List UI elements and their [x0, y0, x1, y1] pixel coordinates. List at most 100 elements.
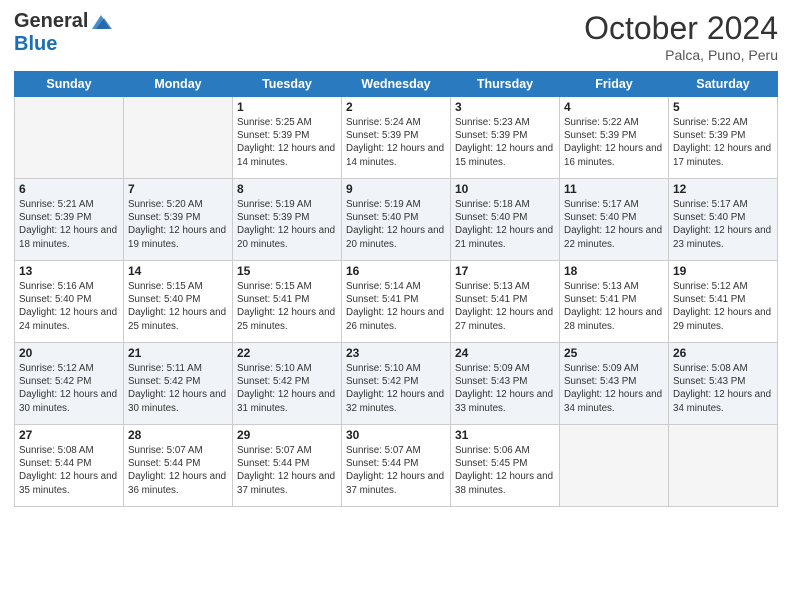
day-sun-info: Sunrise: 5:15 AMSunset: 5:40 PMDaylight:…	[128, 280, 228, 333]
calendar-day-cell: 9 Sunrise: 5:19 AMSunset: 5:40 PMDaylight…	[342, 179, 451, 261]
day-sun-info: Sunrise: 5:18 AMSunset: 5:40 PMDaylight:…	[455, 198, 555, 251]
day-of-week-header: Monday	[124, 72, 233, 97]
day-number: 28	[128, 428, 228, 442]
day-number: 17	[455, 264, 555, 278]
day-number: 14	[128, 264, 228, 278]
calendar-day-cell: 19Sunrise: 5:12 AMSunset: 5:41 PMDayligh…	[669, 261, 778, 343]
calendar-day-cell: 24Sunrise: 5:09 AMSunset: 5:43 PMDayligh…	[451, 343, 560, 425]
calendar-day-cell: 8 Sunrise: 5:19 AMSunset: 5:39 PMDaylight…	[233, 179, 342, 261]
day-sun-info: Sunrise: 5:09 AMSunset: 5:43 PMDaylight:…	[564, 362, 664, 415]
calendar-empty-cell	[15, 97, 124, 179]
calendar-empty-cell	[124, 97, 233, 179]
calendar-day-cell: 22 Sunrise: 5:10 AMSunset: 5:42 PMDayligh…	[233, 343, 342, 425]
day-sun-info: Sunrise: 5:14 AMSunset: 5:41 PMDaylight:…	[346, 280, 446, 333]
day-sun-info: Sunrise: 5:08 AMSunset: 5:43 PMDaylight:…	[673, 362, 773, 415]
day-sun-info: Sunrise: 5:15 AMSunset: 5:41 PMDaylight:…	[237, 280, 337, 333]
day-number: 15	[237, 264, 337, 278]
day-number: 27	[19, 428, 119, 442]
calendar-week-row: 20Sunrise: 5:12 AMSunset: 5:42 PMDayligh…	[15, 343, 778, 425]
day-sun-info: Sunrise: 5:24 AMSunset: 5:39 PMDaylight:…	[346, 116, 446, 169]
day-number: 25	[564, 346, 664, 360]
calendar-day-cell: 16 Sunrise: 5:14 AMSunset: 5:41 PMDayligh…	[342, 261, 451, 343]
day-number: 16	[346, 264, 446, 278]
calendar-day-cell: 12 Sunrise: 5:17 AMSunset: 5:40 PMDayligh…	[669, 179, 778, 261]
logo-blue-text: Blue	[14, 33, 57, 56]
day-number: 19	[673, 264, 773, 278]
day-sun-info: Sunrise: 5:19 AMSunset: 5:40 PMDaylight:…	[346, 198, 446, 251]
calendar-day-cell: 31Sunrise: 5:06 AMSunset: 5:45 PMDayligh…	[451, 425, 560, 507]
day-sun-info: Sunrise: 5:13 AMSunset: 5:41 PMDaylight:…	[564, 280, 664, 333]
day-number: 22	[237, 346, 337, 360]
day-sun-info: Sunrise: 5:22 AMSunset: 5:39 PMDaylight:…	[564, 116, 664, 169]
day-number: 21	[128, 346, 228, 360]
calendar-empty-cell	[560, 425, 669, 507]
calendar-day-cell: 25 Sunrise: 5:09 AMSunset: 5:43 PMDayligh…	[560, 343, 669, 425]
day-number: 3	[455, 100, 555, 114]
day-sun-info: Sunrise: 5:10 AMSunset: 5:42 PMDaylight:…	[237, 362, 337, 415]
day-of-week-header: Wednesday	[342, 72, 451, 97]
day-of-week-header: Sunday	[15, 72, 124, 97]
day-number: 1	[237, 100, 337, 114]
calendar-day-cell: 3Sunrise: 5:23 AMSunset: 5:39 PMDaylight…	[451, 97, 560, 179]
calendar-day-cell: 10Sunrise: 5:18 AMSunset: 5:40 PMDayligh…	[451, 179, 560, 261]
day-sun-info: Sunrise: 5:21 AMSunset: 5:39 PMDaylight:…	[19, 198, 119, 251]
day-number: 4	[564, 100, 664, 114]
calendar-day-cell: 26 Sunrise: 5:08 AMSunset: 5:43 PMDayligh…	[669, 343, 778, 425]
day-number: 9	[346, 182, 446, 196]
day-number: 6	[19, 182, 119, 196]
month-title: October 2024	[584, 10, 778, 47]
calendar-day-cell: 6 Sunrise: 5:21 AMSunset: 5:39 PMDaylight…	[15, 179, 124, 261]
day-sun-info: Sunrise: 5:07 AMSunset: 5:44 PMDaylight:…	[346, 444, 446, 497]
calendar-day-cell: 30 Sunrise: 5:07 AMSunset: 5:44 PMDayligh…	[342, 425, 451, 507]
title-block: October 2024 Palca, Puno, Peru	[584, 10, 778, 63]
calendar-day-cell: 15 Sunrise: 5:15 AMSunset: 5:41 PMDayligh…	[233, 261, 342, 343]
day-number: 8	[237, 182, 337, 196]
calendar-day-cell: 14 Sunrise: 5:15 AMSunset: 5:40 PMDayligh…	[124, 261, 233, 343]
calendar-day-cell: 1 Sunrise: 5:25 AMSunset: 5:39 PMDaylight…	[233, 97, 342, 179]
header: General Blue October 2024 Palca, Puno, P…	[14, 10, 778, 63]
calendar-empty-cell	[669, 425, 778, 507]
calendar-day-cell: 20Sunrise: 5:12 AMSunset: 5:42 PMDayligh…	[15, 343, 124, 425]
calendar-day-cell: 13Sunrise: 5:16 AMSunset: 5:40 PMDayligh…	[15, 261, 124, 343]
day-sun-info: Sunrise: 5:19 AMSunset: 5:39 PMDaylight:…	[237, 198, 337, 251]
day-number: 31	[455, 428, 555, 442]
day-number: 11	[564, 182, 664, 196]
day-sun-info: Sunrise: 5:09 AMSunset: 5:43 PMDaylight:…	[455, 362, 555, 415]
day-sun-info: Sunrise: 5:17 AMSunset: 5:40 PMDaylight:…	[564, 198, 664, 251]
calendar-header-row: SundayMondayTuesdayWednesdayThursdayFrid…	[15, 72, 778, 97]
day-sun-info: Sunrise: 5:13 AMSunset: 5:41 PMDaylight:…	[455, 280, 555, 333]
calendar-table: SundayMondayTuesdayWednesdayThursdayFrid…	[14, 71, 778, 507]
calendar-day-cell: 2 Sunrise: 5:24 AMSunset: 5:39 PMDaylight…	[342, 97, 451, 179]
page: General Blue October 2024 Palca, Puno, P…	[0, 0, 792, 612]
day-of-week-header: Friday	[560, 72, 669, 97]
day-of-week-header: Thursday	[451, 72, 560, 97]
day-number: 2	[346, 100, 446, 114]
day-number: 12	[673, 182, 773, 196]
day-of-week-header: Tuesday	[233, 72, 342, 97]
calendar-day-cell: 27 Sunrise: 5:08 AMSunset: 5:44 PMDayligh…	[15, 425, 124, 507]
calendar-week-row: 6 Sunrise: 5:21 AMSunset: 5:39 PMDaylight…	[15, 179, 778, 261]
calendar-day-cell: 29 Sunrise: 5:07 AMSunset: 5:44 PMDayligh…	[233, 425, 342, 507]
calendar-day-cell: 21 Sunrise: 5:11 AMSunset: 5:42 PMDayligh…	[124, 343, 233, 425]
calendar-day-cell: 23Sunrise: 5:10 AMSunset: 5:42 PMDayligh…	[342, 343, 451, 425]
calendar-day-cell: 11 Sunrise: 5:17 AMSunset: 5:40 PMDayligh…	[560, 179, 669, 261]
day-sun-info: Sunrise: 5:08 AMSunset: 5:44 PMDaylight:…	[19, 444, 119, 497]
logo: General Blue	[14, 10, 112, 56]
day-number: 5	[673, 100, 773, 114]
location: Palca, Puno, Peru	[584, 47, 778, 63]
day-sun-info: Sunrise: 5:17 AMSunset: 5:40 PMDaylight:…	[673, 198, 773, 251]
calendar-day-cell: 17 Sunrise: 5:13 AMSunset: 5:41 PMDayligh…	[451, 261, 560, 343]
day-sun-info: Sunrise: 5:25 AMSunset: 5:39 PMDaylight:…	[237, 116, 337, 169]
day-number: 29	[237, 428, 337, 442]
day-sun-info: Sunrise: 5:12 AMSunset: 5:42 PMDaylight:…	[19, 362, 119, 415]
day-sun-info: Sunrise: 5:22 AMSunset: 5:39 PMDaylight:…	[673, 116, 773, 169]
day-number: 26	[673, 346, 773, 360]
day-sun-info: Sunrise: 5:07 AMSunset: 5:44 PMDaylight:…	[128, 444, 228, 497]
calendar-day-cell: 7Sunrise: 5:20 AMSunset: 5:39 PMDaylight…	[124, 179, 233, 261]
logo-icon	[90, 11, 112, 33]
calendar-week-row: 27 Sunrise: 5:08 AMSunset: 5:44 PMDayligh…	[15, 425, 778, 507]
day-number: 18	[564, 264, 664, 278]
day-number: 30	[346, 428, 446, 442]
day-sun-info: Sunrise: 5:07 AMSunset: 5:44 PMDaylight:…	[237, 444, 337, 497]
day-sun-info: Sunrise: 5:11 AMSunset: 5:42 PMDaylight:…	[128, 362, 228, 415]
